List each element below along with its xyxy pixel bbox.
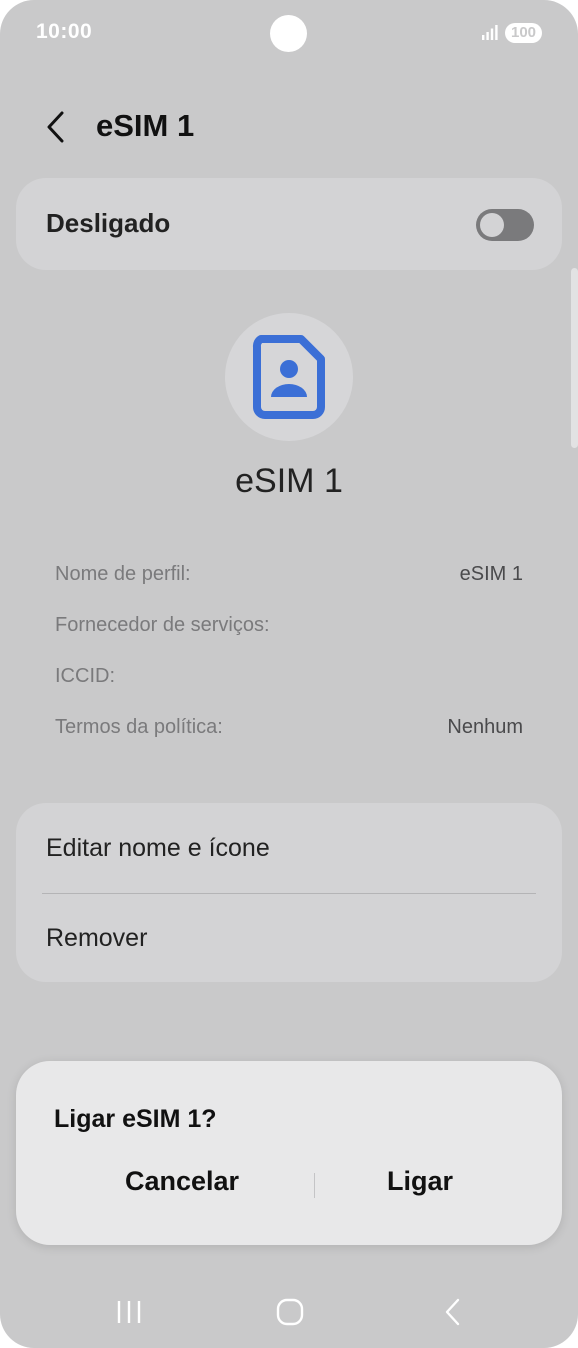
switch-knob (480, 213, 504, 237)
status-time: 10:00 (36, 20, 93, 43)
sim-card-person-icon (252, 335, 325, 419)
dialog-title: Ligar eSIM 1? (54, 1105, 217, 1133)
signal-icon (482, 25, 498, 40)
enable-esim-dialog: Ligar eSIM 1? Cancelar Ligar (16, 1061, 562, 1245)
profile-name: eSIM 1 (235, 462, 343, 500)
home-icon[interactable] (273, 1296, 307, 1328)
scrollbar[interactable] (571, 268, 578, 448)
info-label: Termos da política: (55, 716, 223, 738)
edit-name-icon-button[interactable]: Editar nome e ícone (46, 834, 270, 863)
sim-toggle-switch[interactable] (476, 209, 534, 241)
info-label: ICCID: (55, 665, 115, 687)
actions-card: Editar nome e ícone Remover (16, 803, 562, 982)
confirm-enable-button[interactable]: Ligar (387, 1166, 453, 1197)
info-label: Fornecedor de serviços: (55, 614, 270, 636)
remove-button[interactable]: Remover (46, 924, 147, 953)
info-row-provider: Fornecedor de serviços: (55, 614, 523, 644)
info-row-iccid: ICCID: (55, 665, 523, 695)
camera-cutout (270, 15, 307, 52)
phone-screen: 10:00 100 eSIM 1 Desligado eSIM 1 Nome d… (0, 0, 578, 1348)
sim-toggle-card[interactable]: Desligado (16, 178, 562, 270)
page-title: eSIM 1 (96, 108, 195, 143)
back-arrow-icon[interactable] (40, 108, 74, 146)
battery-icon: 100 (505, 23, 542, 43)
info-label: Nome de perfil: (55, 563, 191, 585)
info-row-policy-terms: Termos da política: Nenhum (55, 716, 523, 746)
recents-icon[interactable] (112, 1296, 146, 1328)
info-value: eSIM 1 (459, 563, 523, 585)
info-value: Nenhum (447, 716, 523, 738)
toggle-label: Desligado (46, 208, 171, 238)
divider (42, 893, 536, 894)
back-icon[interactable] (436, 1296, 470, 1328)
sim-avatar (225, 313, 353, 441)
info-row-profile-name: Nome de perfil: eSIM 1 (55, 563, 523, 593)
cancel-button[interactable]: Cancelar (125, 1166, 239, 1197)
dialog-separator (314, 1173, 315, 1198)
